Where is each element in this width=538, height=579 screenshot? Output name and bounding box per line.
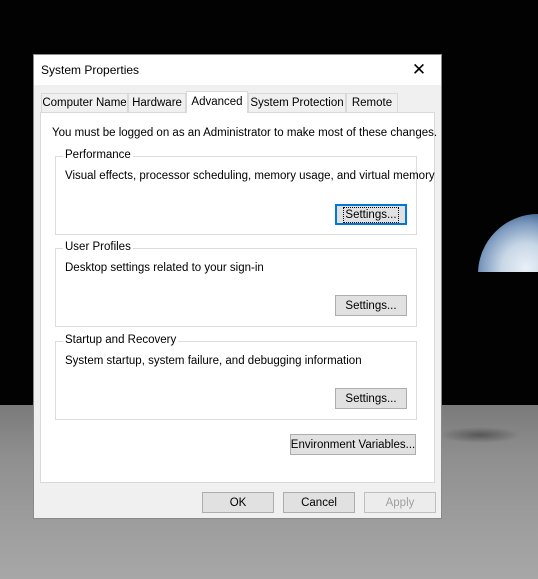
- title-bar: System Properties ✕: [34, 55, 441, 85]
- environment-variables-button[interactable]: Environment Variables...: [290, 434, 416, 455]
- close-icon[interactable]: ✕: [397, 55, 441, 85]
- tab-advanced[interactable]: Advanced: [186, 91, 248, 113]
- startup-recovery-group: Startup and Recovery System startup, sys…: [55, 334, 417, 420]
- tab-remote[interactable]: Remote: [346, 93, 398, 112]
- system-properties-dialog: System Properties ✕ Computer Name Hardwa…: [33, 54, 442, 519]
- user-profiles-description: Desktop settings related to your sign-in: [65, 262, 264, 274]
- startup-recovery-settings-button[interactable]: Settings...: [335, 388, 407, 409]
- admin-note: You must be logged on as an Administrato…: [52, 127, 438, 139]
- performance-settings-label: Settings...: [343, 206, 399, 223]
- user-profiles-group: User Profiles Desktop settings related t…: [55, 241, 417, 327]
- tab-system-protection[interactable]: System Protection: [248, 93, 346, 112]
- tab-hardware[interactable]: Hardware: [128, 93, 186, 112]
- user-profiles-group-title: User Profiles: [63, 241, 133, 253]
- startup-recovery-group-title: Startup and Recovery: [63, 334, 179, 346]
- performance-group-title: Performance: [63, 149, 133, 161]
- performance-group: Performance Visual effects, processor sc…: [55, 149, 435, 235]
- performance-description: Visual effects, processor scheduling, me…: [65, 170, 435, 182]
- earth-image: [478, 214, 538, 272]
- startup-recovery-description: System startup, system failure, and debu…: [65, 355, 362, 367]
- apply-button[interactable]: Apply: [364, 492, 436, 513]
- tab-computer-name[interactable]: Computer Name: [41, 93, 128, 112]
- ok-button[interactable]: OK: [202, 492, 274, 513]
- window-title: System Properties: [41, 63, 140, 77]
- cancel-button[interactable]: Cancel: [283, 492, 355, 513]
- user-profiles-settings-button[interactable]: Settings...: [335, 295, 407, 316]
- performance-settings-button[interactable]: Settings...: [335, 204, 407, 225]
